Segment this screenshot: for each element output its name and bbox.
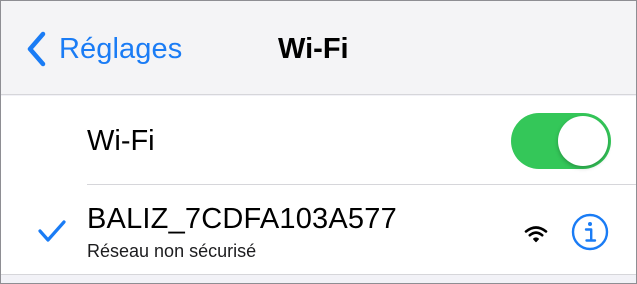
wifi-signal-icon [524, 226, 548, 243]
navigation-bar: Réglages Wi-Fi [1, 1, 636, 95]
wifi-toggle-row: Wi-Fi [1, 96, 636, 184]
checkmark-icon [38, 220, 66, 242]
chevron-left-icon [27, 31, 46, 67]
network-row[interactable]: BALIZ_7CDFA103A577 Réseau non sécurisé [1, 185, 636, 274]
back-button[interactable]: Réglages [25, 27, 182, 71]
toggle-knob [558, 116, 608, 166]
page-title: Wi-Fi [278, 33, 349, 65]
back-button-label: Réglages [59, 32, 183, 65]
wifi-toggle-switch[interactable] [511, 113, 611, 169]
info-icon[interactable] [571, 213, 609, 251]
settings-window: Réglages Wi-Fi Wi-Fi BALIZ_7CDFA103A577 … [0, 0, 637, 284]
network-name: BALIZ_7CDFA103A577 [87, 203, 397, 235]
wifi-settings-list: Wi-Fi BALIZ_7CDFA103A577 Réseau non sécu… [1, 96, 636, 275]
wifi-toggle-label: Wi-Fi [87, 125, 155, 157]
network-security-status: Réseau non sécurisé [87, 241, 257, 261]
